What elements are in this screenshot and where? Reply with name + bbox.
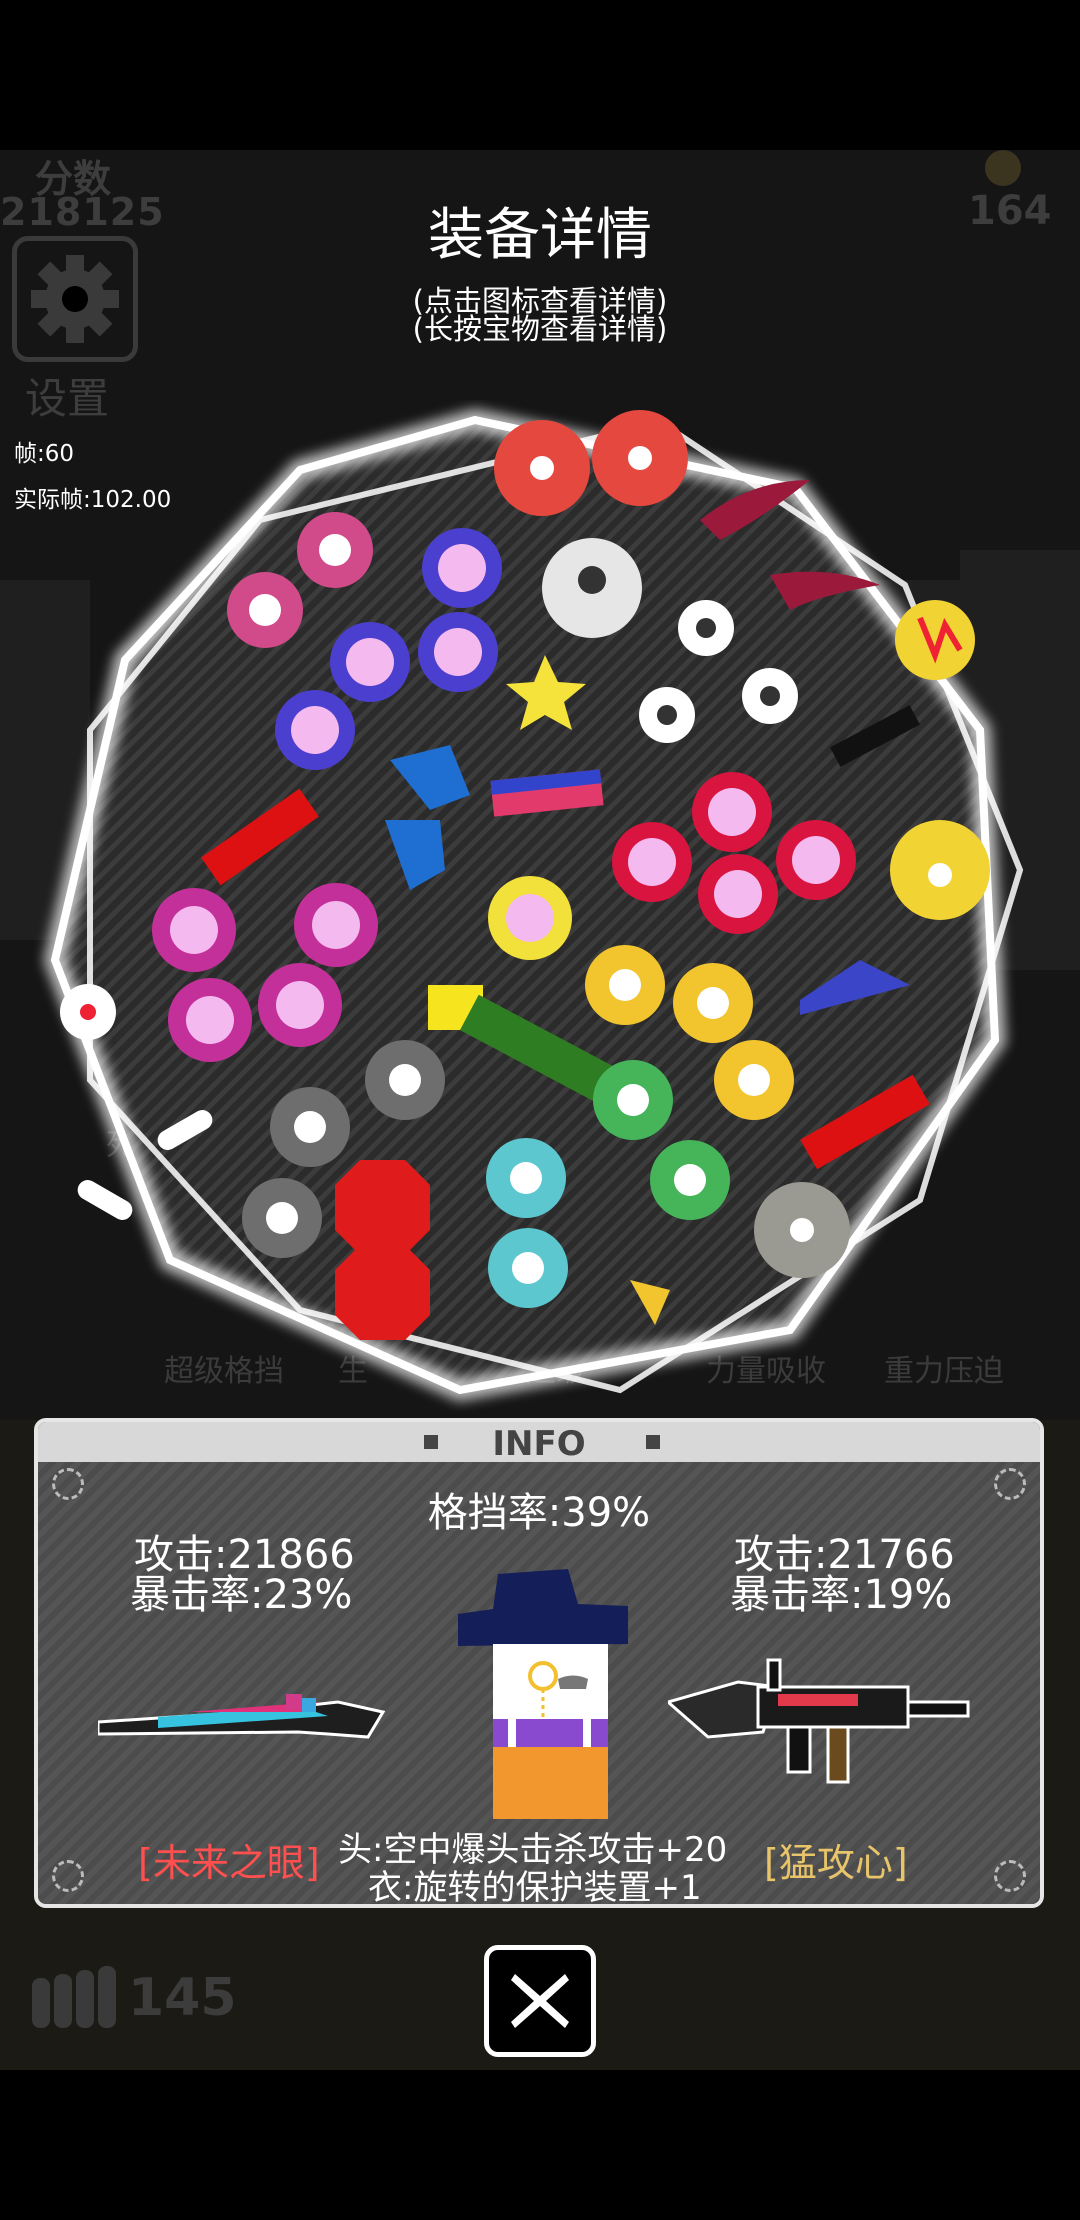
info-panel: INFO 格挡率:39% 攻击:21866 暴击率:23% 攻击:21766 暴… [34,1418,1044,1908]
corner-ring-icon [52,1860,84,1892]
treasure-lightning-coin[interactable] [895,600,975,680]
ammo-count: 145 [128,1968,237,2028]
character-avatar [458,1569,628,1819]
coin-icon [985,150,1021,186]
ammo-icon [32,1966,116,2028]
close-button[interactable] [484,1945,596,2057]
treasure-donut-yellow[interactable] [890,820,990,920]
left-weapon-rifle-icon[interactable] [98,1672,388,1762]
treasure-donut-gray[interactable] [754,1182,850,1278]
right-weapon-gun-icon[interactable] [668,1652,988,1792]
close-icon [511,1974,569,2028]
treasure-eye-white[interactable] [60,984,116,1040]
treasure-donut-white[interactable] [542,538,642,638]
body-bonus: 衣:旋转的保护装置+1 [368,1868,702,1908]
treasure-flower-yellow[interactable] [488,876,572,960]
block-rate: 格挡率:39% [427,1490,651,1536]
right-weapon-name[interactable]: [猛攻心] [764,1832,908,1887]
equipment-ring [43,408,1024,1402]
dialog-title: 装备详情 [428,203,652,268]
left-attack: 攻击:21866 [134,1532,355,1578]
corner-ring-icon [994,1860,1026,1892]
info-title: INFO [492,1424,586,1464]
left-crit: 暴击率:23% [130,1572,353,1618]
left-weapon-name[interactable]: [未来之眼] [138,1832,320,1887]
bottom-bar [0,2070,1080,2220]
hint-hold: (长按宝物查看详情) [412,312,668,346]
right-crit: 暴击率:19% [730,1572,953,1618]
right-attack: 攻击:21766 [734,1532,955,1578]
